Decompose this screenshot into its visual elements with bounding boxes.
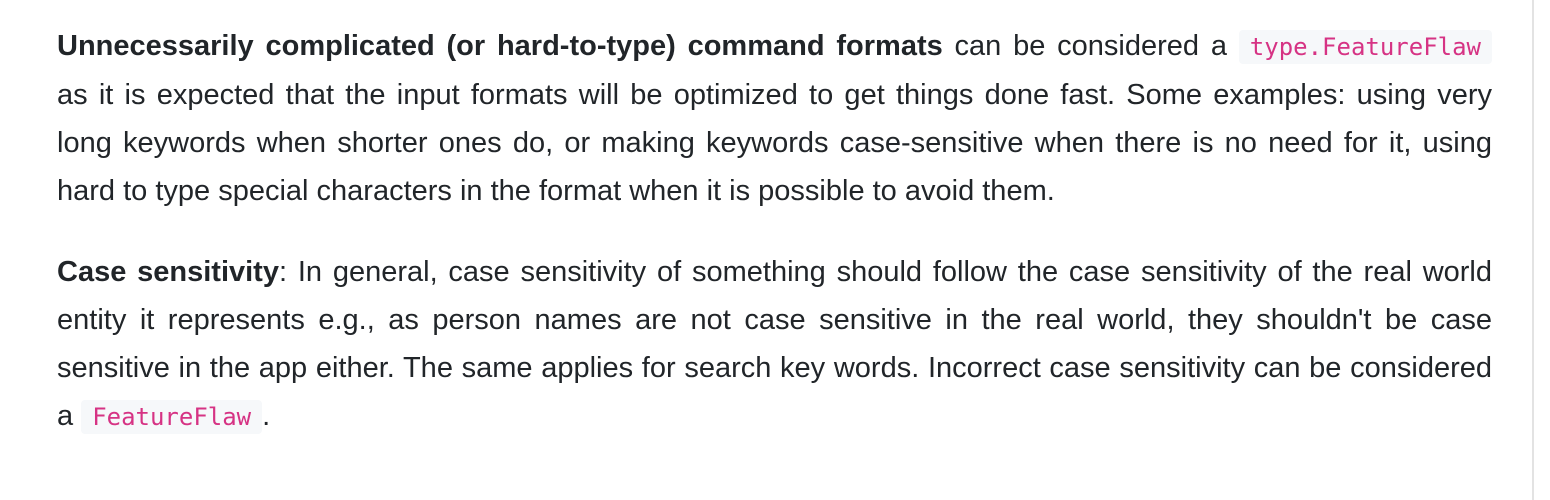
paragraph-text: . [262,400,271,432]
page-frame: Unnecessarily complicated (or hard-to-ty… [0,0,1550,500]
inline-code-featureflaw: FeatureFlaw [81,400,263,434]
paragraph-case-sensitivity: Case sensitivity: In general, case sensi… [57,248,1492,441]
content-border [1532,0,1534,500]
bold-lead-command-formats: Unnecessarily complicated (or hard-to-ty… [57,30,943,62]
inline-code-type-featureflaw: type.FeatureFlaw [1238,30,1492,64]
paragraph-text: as it is expected that the input formats… [57,79,1492,207]
bold-lead-case-sensitivity: Case sensitivity [57,256,279,288]
paragraph-command-formats: Unnecessarily complicated (or hard-to-ty… [57,22,1492,215]
document-content: Unnecessarily complicated (or hard-to-ty… [57,22,1492,474]
paragraph-text: can be considered a [942,30,1239,62]
